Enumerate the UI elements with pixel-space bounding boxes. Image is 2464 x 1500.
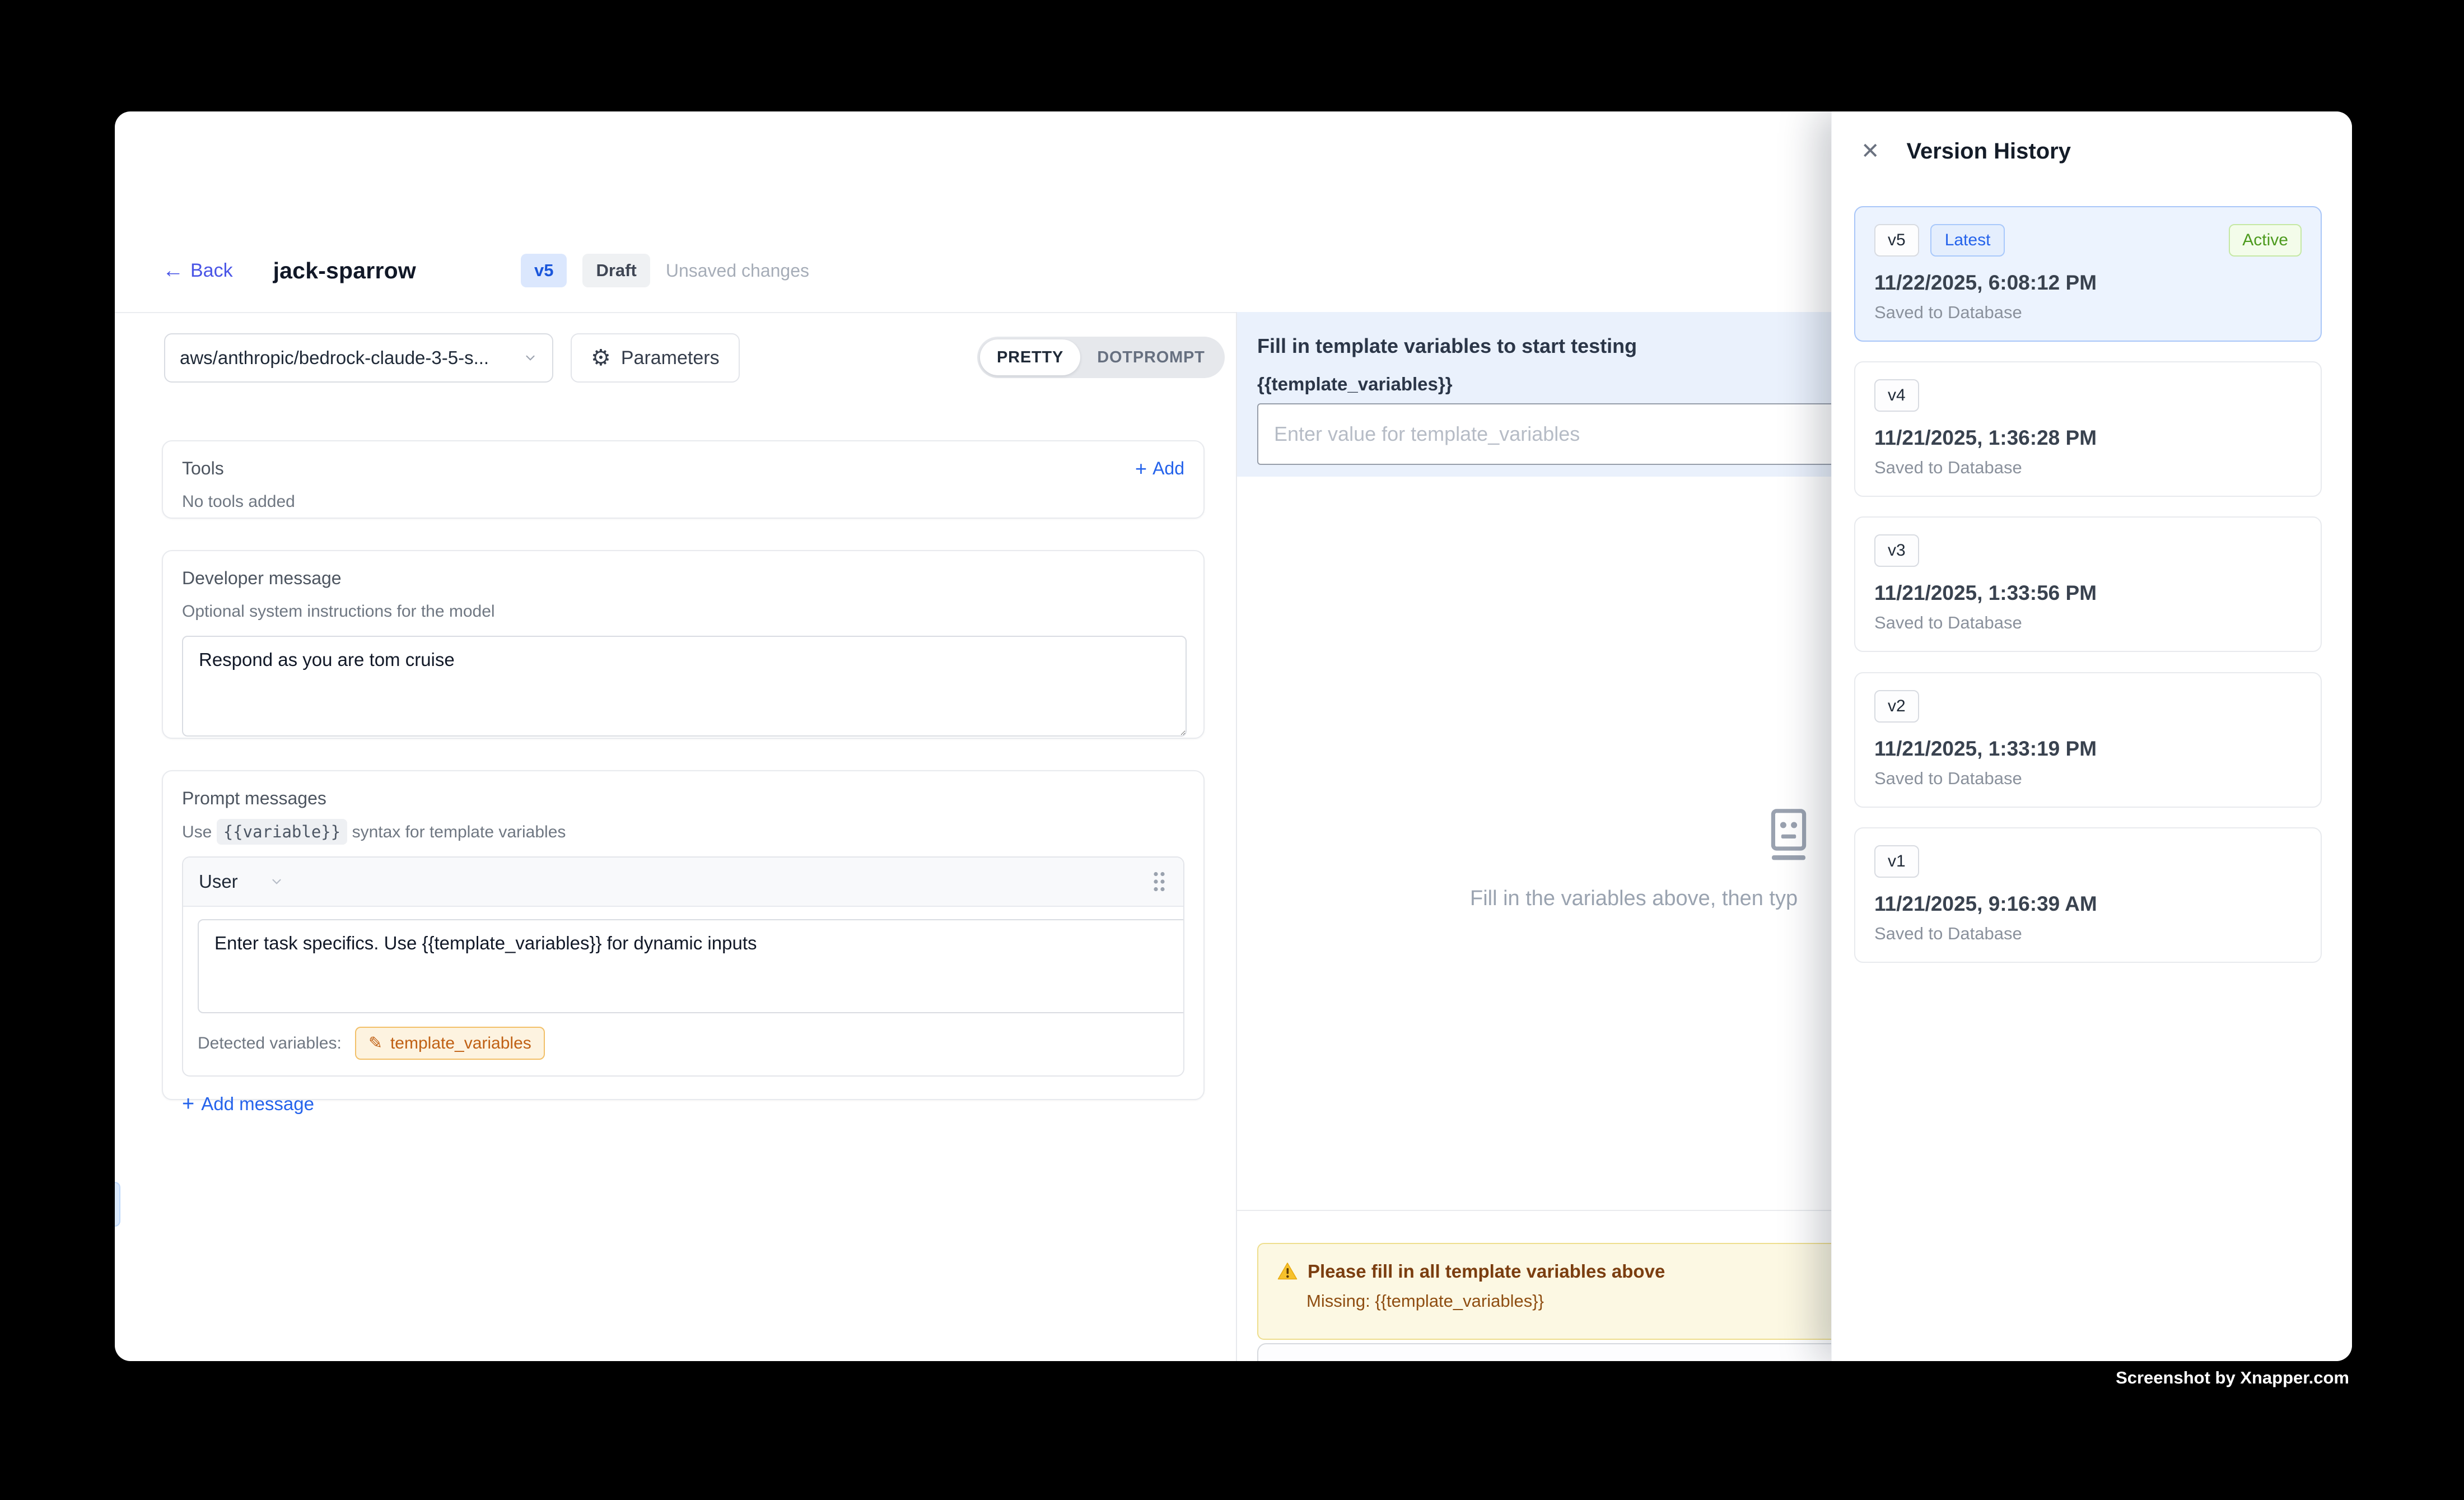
detected-variables-row: Detected variables: ✎ template_variables	[183, 1013, 1183, 1075]
version-card-v2[interactable]: v2 11/21/2025, 1:33:19 PM Saved to Datab…	[1854, 672, 2322, 808]
version-chip: v3	[1874, 534, 1919, 567]
version-storage: Saved to Database	[1874, 924, 2302, 944]
model-selector-value: aws/anthropic/bedrock-claude-3-5-s...	[180, 347, 523, 369]
page-header: ← Back jack-sparrow	[162, 249, 416, 292]
page-title: jack-sparrow	[273, 258, 416, 284]
toggle-pretty[interactable]: PRETTY	[980, 339, 1080, 375]
version-chip: v4	[1874, 379, 1919, 412]
tools-title: Tools	[182, 458, 224, 479]
toggle-dotprompt[interactable]: DOTPROMPT	[1080, 339, 1221, 375]
role-selector[interactable]: User	[199, 871, 284, 892]
chevron-down-icon	[269, 874, 284, 889]
robot-face-icon	[1767, 808, 1810, 862]
empty-state-text: Fill in the variables above, then typ	[1470, 887, 1798, 911]
drag-handle-icon[interactable]	[1151, 870, 1168, 893]
template-variable-label: {{template_variables}}	[1257, 374, 1453, 395]
detected-variable-name: template_variables	[390, 1034, 531, 1053]
version-card-v5[interactable]: v5 Latest Active 11/22/2025, 6:08:12 PM …	[1854, 206, 2322, 342]
app-window: ← Back jack-sparrow v5 Draft Unsaved cha…	[115, 111, 2352, 1361]
plus-icon: +	[182, 1093, 194, 1115]
gear-icon: ⚙	[591, 347, 611, 369]
warning-title: Please fill in all template variables ab…	[1308, 1261, 1665, 1282]
plus-icon: +	[1135, 459, 1147, 479]
version-badge: v5	[521, 254, 567, 287]
tools-card: Tools + Add No tools added	[162, 440, 1205, 519]
prompt-messages-subtitle: Use {{variable}} syntax for template var…	[182, 822, 1184, 842]
add-message-button[interactable]: + Add message	[182, 1093, 1184, 1115]
version-timestamp: 11/21/2025, 9:16:39 AM	[1874, 892, 2302, 916]
add-tool-label: Add	[1152, 458, 1184, 479]
back-button[interactable]: ← Back	[162, 260, 233, 282]
pencil-icon: ✎	[368, 1033, 382, 1053]
subtitle-suffix: syntax for template variables	[352, 823, 566, 841]
version-storage: Saved to Database	[1874, 768, 2302, 789]
model-selector[interactable]: aws/anthropic/bedrock-claude-3-5-s...	[164, 333, 553, 383]
version-history-title: Version History	[1907, 139, 2071, 164]
version-timestamp: 11/21/2025, 1:33:56 PM	[1874, 581, 2302, 605]
developer-message-card: Developer message Optional system instru…	[162, 550, 1205, 739]
developer-message-subtitle: Optional system instructions for the mod…	[182, 602, 1184, 621]
variable-syntax-chip: {{variable}}	[217, 819, 348, 845]
warning-triangle-icon	[1277, 1262, 1298, 1281]
tools-empty-text: No tools added	[182, 492, 1184, 511]
version-chip: v5	[1874, 224, 1919, 257]
parameters-button[interactable]: ⚙ Parameters	[571, 333, 740, 383]
version-timestamp: 11/21/2025, 1:36:28 PM	[1874, 426, 2302, 450]
version-card-v4[interactable]: v4 11/21/2025, 1:36:28 PM Saved to Datab…	[1854, 361, 2322, 497]
screenshot-canvas: ← Back jack-sparrow v5 Draft Unsaved cha…	[0, 0, 2464, 1500]
message-header: User	[183, 858, 1183, 907]
parameters-label: Parameters	[621, 347, 720, 369]
version-timestamp: 11/22/2025, 6:08:12 PM	[1874, 271, 2302, 295]
developer-message-input[interactable]: Respond as you are tom cruise	[182, 636, 1187, 737]
edge-peek-element	[115, 1182, 120, 1227]
add-tool-button[interactable]: + Add	[1135, 458, 1184, 479]
watermark-text: Screenshot by Xnapper.com	[2116, 1368, 2349, 1388]
format-toggle: PRETTY DOTPROMPT	[977, 337, 1225, 378]
version-card-v1[interactable]: v1 11/21/2025, 9:16:39 AM Saved to Datab…	[1854, 827, 2322, 963]
version-chip: v2	[1874, 690, 1919, 723]
draft-badge: Draft	[582, 254, 650, 287]
prompt-messages-title: Prompt messages	[182, 788, 1184, 809]
prompt-messages-card: Prompt messages Use {{variable}} syntax …	[162, 770, 1205, 1100]
version-storage: Saved to Database	[1874, 302, 2302, 323]
version-timestamp: 11/21/2025, 1:33:19 PM	[1874, 737, 2302, 761]
version-storage: Saved to Database	[1874, 613, 2302, 633]
back-arrow-icon: ←	[162, 260, 184, 281]
version-history-panel: ✕ Version History v5 Latest Active 11/22…	[1831, 111, 2352, 1361]
latest-badge: Latest	[1930, 224, 2005, 257]
prompt-message-block: User Enter task specifics. Use {{templat…	[182, 856, 1184, 1077]
version-storage: Saved to Database	[1874, 458, 2302, 478]
developer-message-title: Developer message	[182, 568, 1184, 589]
subtitle-prefix: Use	[182, 823, 212, 841]
unsaved-changes-text: Unsaved changes	[666, 260, 809, 281]
version-chip: v1	[1874, 845, 1919, 878]
role-selector-value: User	[199, 871, 238, 892]
detected-variables-label: Detected variables:	[198, 1034, 342, 1053]
chevron-down-icon	[523, 351, 538, 365]
test-panel-heading: Fill in template variables to start test…	[1257, 334, 1637, 358]
version-card-v3[interactable]: v3 11/21/2025, 1:33:56 PM Saved to Datab…	[1854, 516, 2322, 652]
back-label: Back	[190, 260, 233, 282]
message-content-input[interactable]: Enter task specifics. Use {{template_var…	[198, 919, 1184, 1013]
header-badges: v5 Draft Unsaved changes	[521, 249, 809, 292]
active-badge: Active	[2229, 224, 2302, 257]
close-icon[interactable]: ✕	[1861, 140, 1880, 162]
add-message-label: Add message	[201, 1093, 314, 1115]
detected-variable-chip[interactable]: ✎ template_variables	[355, 1027, 545, 1060]
